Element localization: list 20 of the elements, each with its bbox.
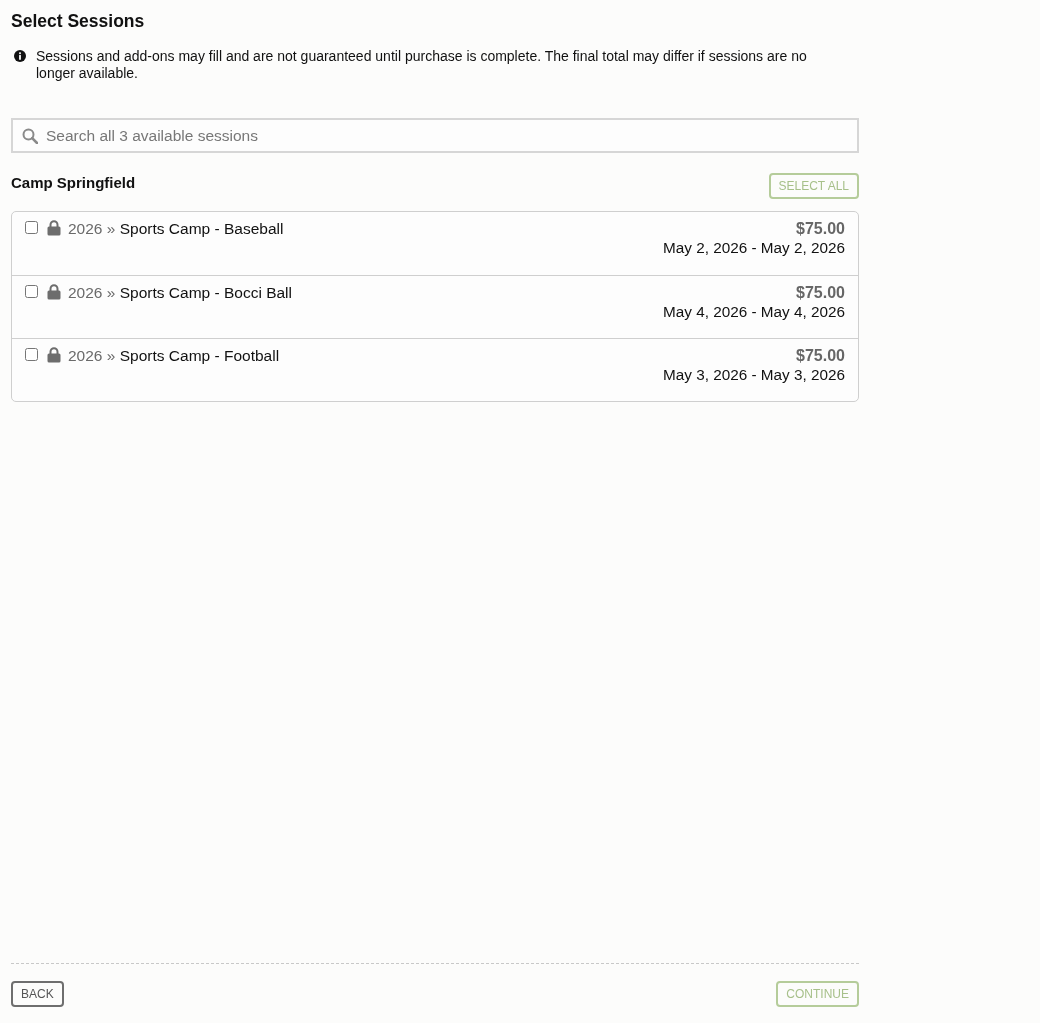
- page-title: Select Sessions: [11, 10, 146, 32]
- session-dates: May 3, 2026 - May 3, 2026: [663, 365, 845, 384]
- info-icon: [14, 50, 26, 62]
- back-button[interactable]: BACK: [11, 981, 64, 1007]
- session-price: $75.00: [796, 346, 845, 365]
- select-all-button[interactable]: SELECT ALL: [768, 173, 859, 199]
- session-name: 2026 » Sports Camp - Baseball: [68, 219, 284, 238]
- session-dates: May 2, 2026 - May 2, 2026: [663, 238, 845, 257]
- session-name: 2026 » Sports Camp - Football: [68, 346, 280, 365]
- session-checkbox[interactable]: [25, 348, 38, 361]
- notice-text: Sessions and add-ons may fill and are not guaranteed until purchase is complete. The final total may differ if sessions are no longer available.: [36, 48, 808, 82]
- session-dates: May 4, 2026 - May 4, 2026: [663, 302, 845, 321]
- search-field[interactable]: Search all 3 available sessions: [11, 118, 859, 153]
- session-checkbox[interactable]: [25, 221, 38, 234]
- session-checkbox[interactable]: [25, 285, 38, 298]
- session-price: $75.00: [796, 219, 845, 238]
- search-icon: [22, 128, 38, 144]
- session-name: 2026 » Sports Camp - Bocci Ball: [68, 283, 292, 302]
- session-price: $75.00: [796, 283, 845, 302]
- group-title: Camp Springfield: [11, 174, 136, 192]
